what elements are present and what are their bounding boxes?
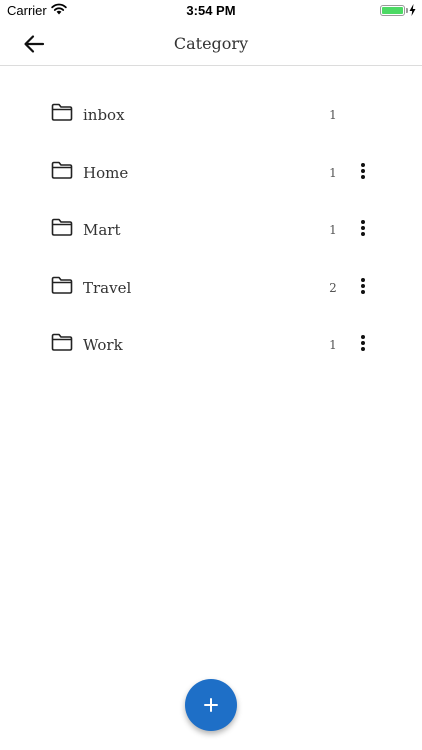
category-count: 2 bbox=[329, 280, 337, 295]
category-row-home[interactable]: Home 1 bbox=[0, 144, 422, 202]
folder-icon bbox=[51, 333, 73, 351]
category-label: inbox bbox=[83, 106, 125, 124]
add-category-button[interactable] bbox=[185, 679, 237, 731]
page-title: Category bbox=[173, 34, 249, 53]
category-count: 1 bbox=[329, 223, 337, 237]
category-list: inbox 1 Home 1 Mart 1 Travel 2 Work 1 bbox=[0, 86, 422, 374]
category-count: 1 bbox=[329, 108, 337, 122]
category-count: 1 bbox=[329, 165, 337, 180]
category-label: Mart bbox=[83, 221, 121, 239]
category-row-inbox[interactable]: inbox 1 bbox=[0, 86, 422, 144]
folder-icon bbox=[51, 276, 73, 294]
category-label: Travel bbox=[83, 278, 132, 297]
plus-icon bbox=[204, 698, 218, 712]
more-options-icon[interactable] bbox=[353, 332, 373, 354]
category-label: Home bbox=[83, 163, 129, 182]
more-options-icon[interactable] bbox=[353, 160, 373, 182]
category-row-work[interactable]: Work 1 bbox=[0, 316, 422, 374]
folder-icon bbox=[51, 218, 73, 236]
category-count: 1 bbox=[329, 338, 337, 352]
more-options-icon[interactable] bbox=[353, 275, 373, 297]
clock: 3:54 PM bbox=[186, 3, 236, 18]
charging-bolt-icon bbox=[409, 4, 416, 16]
category-row-mart[interactable]: Mart 1 bbox=[0, 201, 422, 259]
folder-icon bbox=[51, 161, 73, 179]
category-label: Work bbox=[83, 336, 123, 354]
battery-tip bbox=[406, 8, 408, 13]
battery-icon bbox=[380, 5, 405, 16]
navigation-bar: Category bbox=[0, 22, 422, 66]
status-bar: Carrier 3:54 PM bbox=[0, 0, 422, 22]
folder-icon bbox=[51, 103, 73, 121]
category-row-travel[interactable]: Travel 2 bbox=[0, 259, 422, 317]
more-options-icon[interactable] bbox=[353, 217, 373, 239]
battery-level bbox=[382, 7, 403, 14]
